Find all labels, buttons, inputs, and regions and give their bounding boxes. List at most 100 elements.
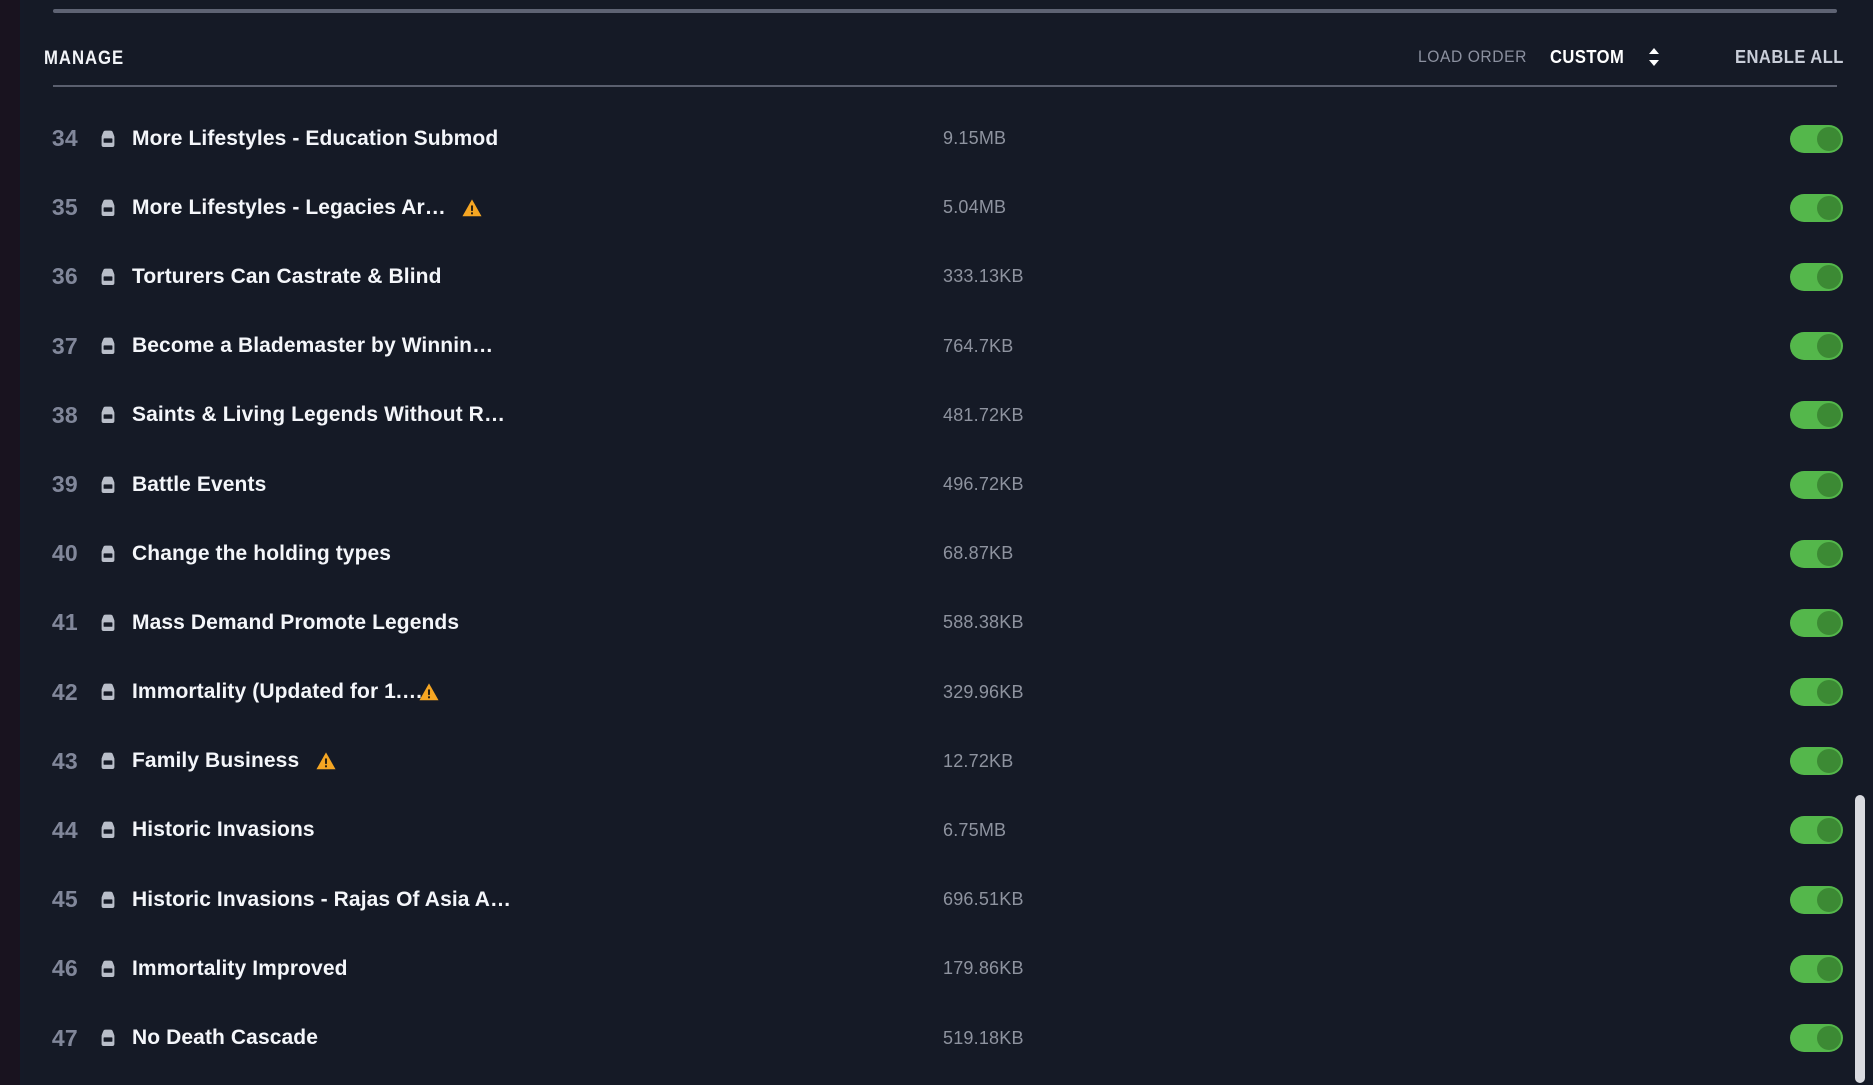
mod-size: 5.04MB <box>943 197 1007 218</box>
hard-drive-icon <box>96 334 120 358</box>
mod-name: Immortality Improved <box>132 956 348 980</box>
mod-enable-toggle[interactable] <box>1790 262 1843 291</box>
mod-name: More Lifestyles - Legacies Ar… <box>132 195 446 219</box>
mod-row[interactable]: 42 Immortality (Updated for 1.… 329.96KB <box>24 658 1873 727</box>
manage-header: MANAGE LOAD ORDER CUSTOM ENABLE ALL <box>24 18 1873 86</box>
mod-size: 481.72KB <box>943 404 1024 425</box>
mod-index: 34 <box>51 125 78 152</box>
mod-name: Battle Events <box>132 472 267 496</box>
mod-index: 47 <box>51 1024 78 1051</box>
mod-size: 329.96KB <box>943 681 1024 702</box>
load-order-value[interactable]: CUSTOM <box>1550 47 1624 68</box>
mod-index: 44 <box>51 816 78 843</box>
mod-index: 38 <box>51 401 78 428</box>
toggle-knob <box>1817 749 1841 774</box>
mod-row[interactable]: 34 More Lifestyles - Education Submod 9.1… <box>24 104 1873 173</box>
mod-index: 40 <box>51 540 78 567</box>
load-order-label: LOAD ORDER <box>1417 47 1527 66</box>
mod-size: 588.38KB <box>943 612 1024 633</box>
scrollbar-thumb[interactable] <box>1855 795 1865 1083</box>
mod-enable-toggle[interactable] <box>1790 124 1843 153</box>
toggle-knob <box>1817 195 1841 220</box>
warning-triangle-icon[interactable] <box>315 750 337 772</box>
mod-name: Family Business <box>132 749 300 773</box>
hard-drive-icon <box>96 473 120 497</box>
mod-enable-toggle[interactable] <box>1790 401 1843 430</box>
mod-row[interactable]: 46 Immortality Improved 179.86KB <box>24 934 1873 1003</box>
mod-name: Change the holding types <box>132 541 392 565</box>
hard-drive-icon <box>96 127 120 151</box>
mod-name: Immortality (Updated for 1.… <box>132 680 423 704</box>
mod-name: No Death Cascade <box>132 1026 318 1050</box>
mod-row[interactable]: 40 Change the holding types 68.87KB <box>24 519 1873 588</box>
toggle-knob <box>1817 472 1841 497</box>
mod-name: Mass Demand Promote Legends <box>132 610 460 634</box>
mod-enable-toggle[interactable] <box>1790 954 1843 983</box>
toggle-knob <box>1817 126 1841 151</box>
mod-enable-toggle[interactable] <box>1790 608 1843 637</box>
mod-size: 12.72KB <box>943 750 1014 771</box>
mod-index: 35 <box>51 194 78 221</box>
mod-enable-toggle[interactable] <box>1790 1024 1843 1053</box>
mod-name: Saints & Living Legends Without R… <box>132 403 506 427</box>
hard-drive-icon <box>96 888 120 912</box>
hard-drive-icon <box>96 957 120 981</box>
mod-enable-toggle[interactable] <box>1790 193 1843 222</box>
mod-size: 496.72KB <box>943 474 1024 495</box>
mod-name: Torturers Can Castrate & Blind <box>132 264 442 288</box>
chevron-up-down-icon[interactable] <box>1645 45 1663 69</box>
mod-list[interactable]: 34 More Lifestyles - Education Submod 9.1… <box>24 104 1873 1085</box>
page-title: MANAGE <box>44 48 125 69</box>
hard-drive-icon <box>96 403 120 427</box>
toggle-knob <box>1817 264 1841 289</box>
mod-row[interactable]: 36 Torturers Can Castrate & Blind 333.13K… <box>24 242 1873 311</box>
mod-row[interactable]: 38 Saints & Living Legends Without R… 481… <box>24 381 1873 450</box>
top-divider <box>53 9 1837 13</box>
mod-index: 36 <box>51 263 78 290</box>
hard-drive-icon <box>96 1026 120 1050</box>
mod-enable-toggle[interactable] <box>1790 885 1843 914</box>
mod-row[interactable]: 41 Mass Demand Promote Legends 588.38KB <box>24 588 1873 657</box>
warning-triangle-icon[interactable] <box>418 681 440 703</box>
mod-name: More Lifestyles - Education Submod <box>132 126 499 150</box>
hard-drive-icon <box>96 196 120 220</box>
hard-drive-icon <box>96 680 120 704</box>
mod-index: 39 <box>51 471 78 498</box>
toggle-knob <box>1817 1026 1841 1051</box>
mod-size: 333.13KB <box>943 266 1024 287</box>
mod-enable-toggle[interactable] <box>1790 816 1843 845</box>
mod-row[interactable]: 44 Historic Invasions 6.75MB <box>24 796 1873 865</box>
mod-row[interactable]: 37 Become a Blademaster by Winnin… 764.7K… <box>24 312 1873 381</box>
toggle-knob <box>1817 680 1841 705</box>
mod-index: 45 <box>51 886 78 913</box>
mod-manager-panel: MANAGE LOAD ORDER CUSTOM ENABLE ALL 34 M… <box>24 0 1873 1085</box>
mod-row[interactable]: 43 Family Business 12.72KB <box>24 727 1873 796</box>
mod-row[interactable]: 47 No Death Cascade 519.18KB <box>24 1003 1873 1072</box>
mod-name: Become a Blademaster by Winnin… <box>132 334 494 358</box>
mod-enable-toggle[interactable] <box>1790 470 1843 499</box>
mod-size: 696.51KB <box>943 889 1024 910</box>
mod-enable-toggle[interactable] <box>1790 539 1843 568</box>
mod-enable-toggle[interactable] <box>1790 747 1843 776</box>
mod-enable-toggle[interactable] <box>1790 678 1843 707</box>
mod-row[interactable]: 39 Battle Events 496.72KB <box>24 450 1873 519</box>
toggle-knob <box>1817 541 1841 566</box>
mod-enable-toggle[interactable] <box>1790 332 1843 361</box>
mod-row[interactable]: 35 More Lifestyles - Legacies Ar… 5.04MB <box>24 173 1873 242</box>
hard-drive-icon <box>96 611 120 635</box>
toggle-knob <box>1817 956 1841 981</box>
mod-size: 9.15MB <box>943 128 1007 149</box>
mod-size: 764.7KB <box>943 335 1014 356</box>
mod-row[interactable]: 45 Historic Invasions - Rajas Of Asia A…… <box>24 865 1873 934</box>
toggle-knob <box>1817 334 1841 359</box>
mod-size: 519.18KB <box>943 1027 1024 1048</box>
hard-drive-icon <box>96 542 120 566</box>
mod-name: Historic Invasions - Rajas Of Asia A… <box>132 887 512 911</box>
hard-drive-icon <box>96 749 120 773</box>
warning-triangle-icon[interactable] <box>461 197 483 219</box>
mod-size: 68.87KB <box>943 543 1014 564</box>
mod-index: 42 <box>51 678 78 705</box>
toggle-knob <box>1817 887 1841 912</box>
toggle-knob <box>1817 818 1841 843</box>
enable-all-button[interactable]: ENABLE ALL <box>1735 47 1844 68</box>
